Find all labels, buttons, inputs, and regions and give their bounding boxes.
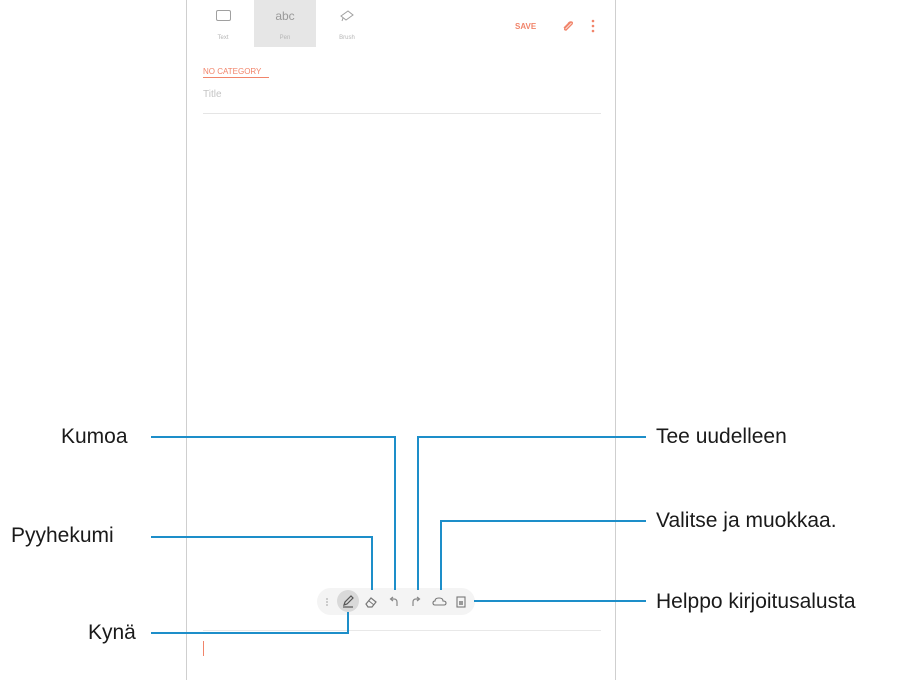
callout-line-redo	[417, 436, 646, 590]
callout-eraser: Pyyhekumi	[11, 524, 114, 547]
callout-line-pen	[151, 612, 349, 634]
callout-pen: Kynä	[88, 621, 136, 644]
callout-line-select	[440, 520, 646, 590]
callout-easy-pad: Helppo kirjoitusalusta	[656, 590, 856, 613]
callout-undo: Kumoa	[61, 425, 128, 448]
callout-select: Valitse ja muokkaa.	[656, 509, 837, 532]
callout-lines	[151, 436, 646, 634]
callout-line-eraser	[151, 536, 373, 590]
callout-line-undo	[151, 436, 396, 590]
callout-redo: Tee uudelleen	[656, 425, 787, 448]
